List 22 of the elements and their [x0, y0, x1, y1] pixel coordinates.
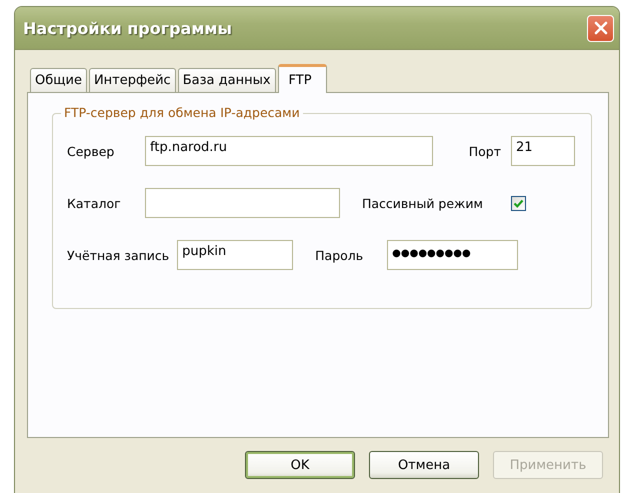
tab[interactable]: База данных — [178, 68, 276, 92]
port-label: Порт — [468, 144, 501, 158]
passive-mode-checkbox[interactable] — [510, 196, 526, 210]
tab[interactable]: FTP — [278, 64, 327, 93]
tab[interactable]: Интерфейс — [88, 68, 176, 92]
close-button[interactable] — [587, 14, 614, 42]
close-icon — [594, 21, 608, 35]
catalog-field[interactable] — [145, 188, 340, 218]
server-field[interactable]: ftp.narod.ru — [145, 136, 433, 166]
port-field[interactable]: 21 — [511, 136, 575, 166]
account-field[interactable]: pupkin — [177, 240, 294, 270]
catalog-label: Каталог — [67, 196, 122, 210]
window-title: Настройки программы — [23, 18, 233, 38]
server-label: Сервер — [67, 144, 116, 158]
dialog-button[interactable]: Отмена — [369, 451, 479, 479]
account-label: Учётная запись — [67, 248, 170, 262]
password-field[interactable]: ●●●●●●●●● — [387, 240, 518, 270]
tab[interactable]: Общие — [30, 68, 87, 92]
passive-mode-label: Пассивный режим — [362, 196, 483, 210]
dialog-button[interactable]: OK — [245, 451, 355, 479]
group-title: FTP-сервер для обмена IP-адресами — [61, 105, 303, 120]
password-label: Пароль — [315, 248, 364, 262]
